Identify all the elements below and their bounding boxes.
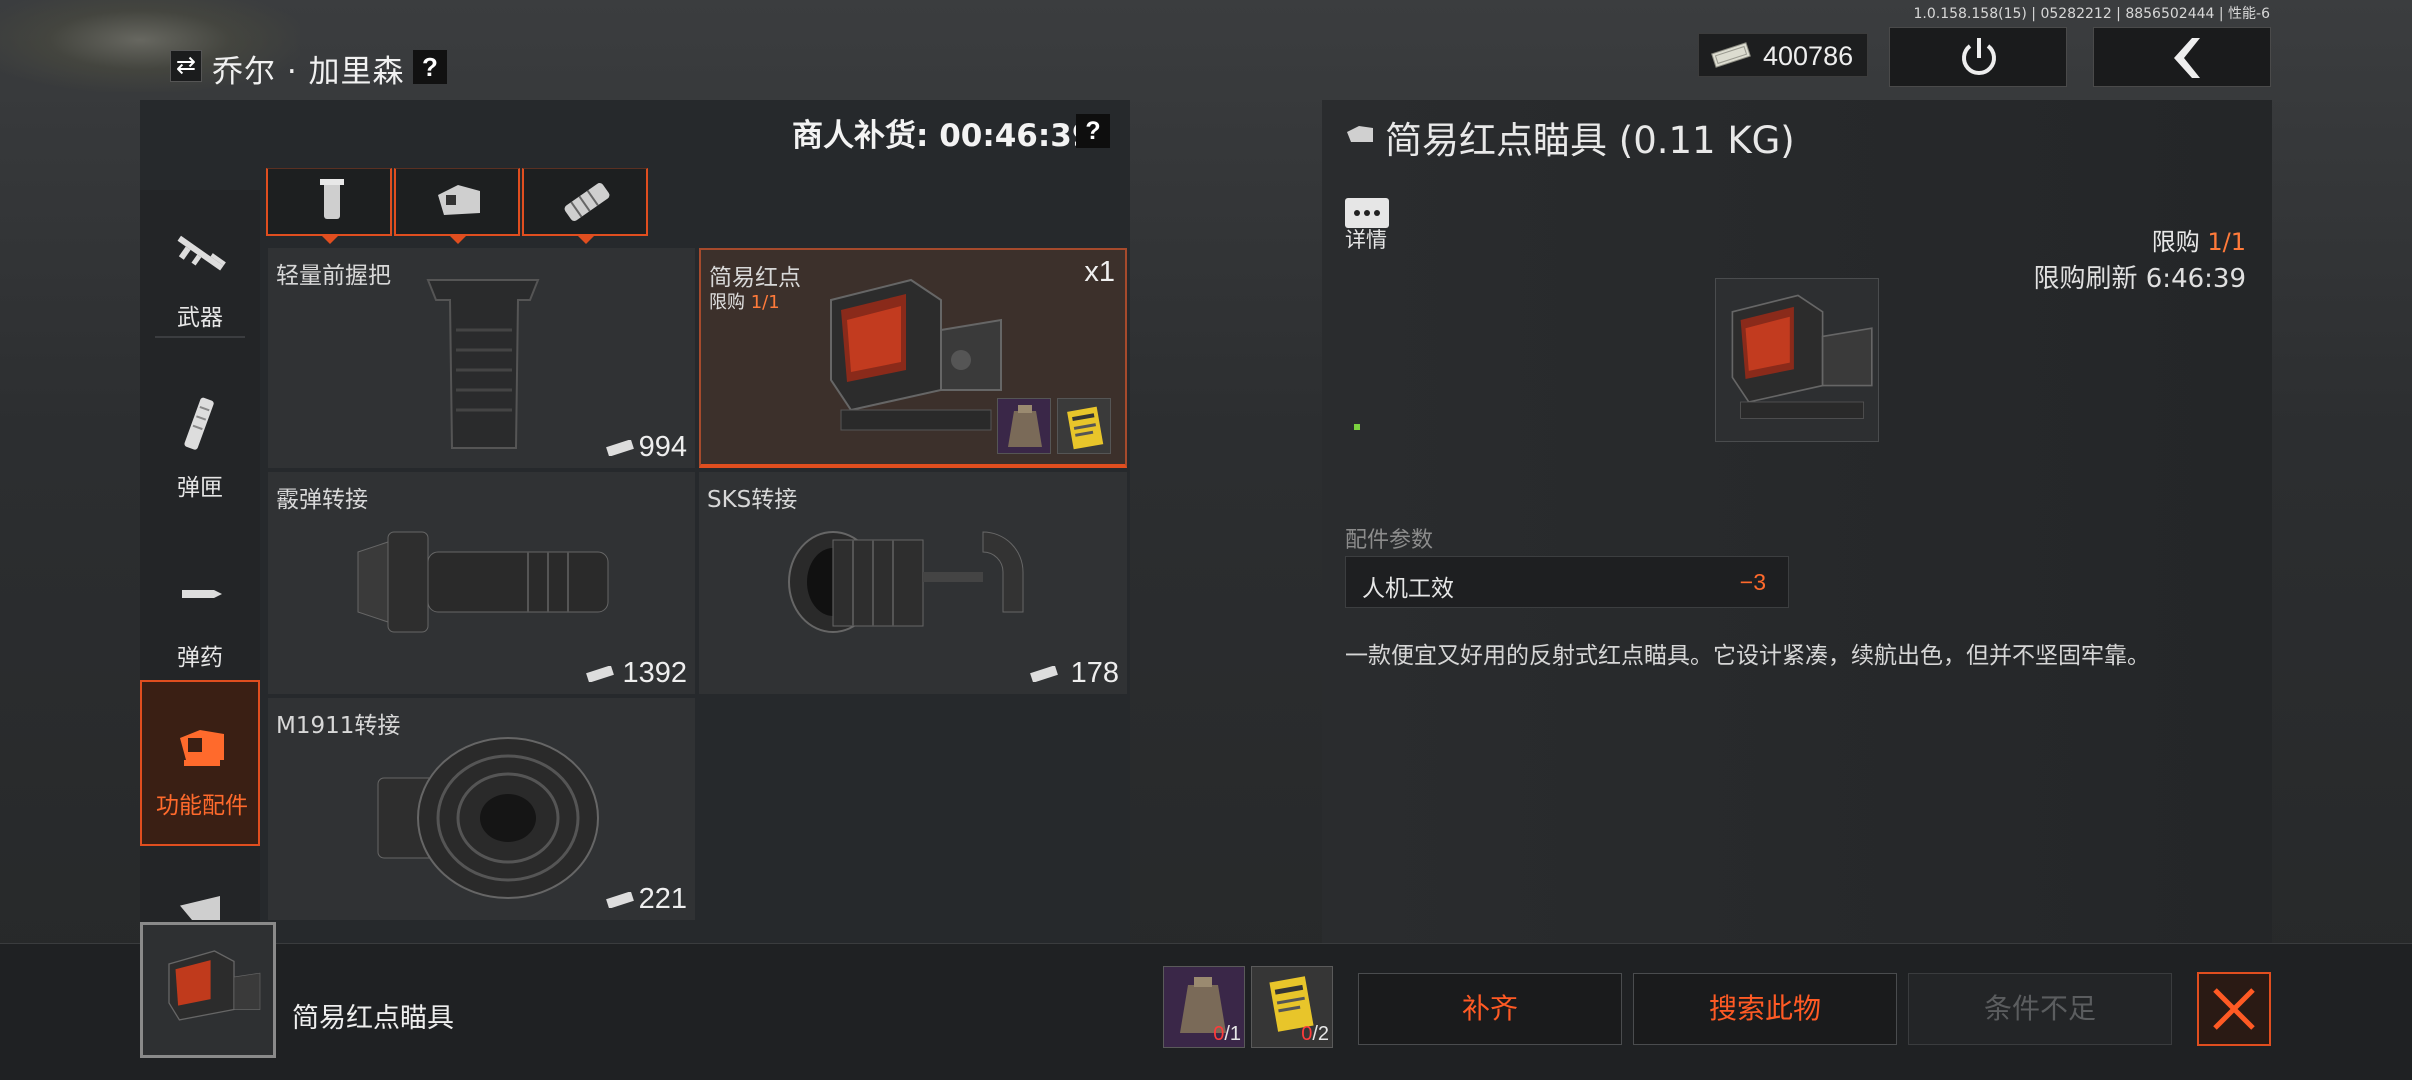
shotgun-adapter-image [357,531,609,633]
category-magazines[interactable]: 弹匣 [140,360,260,526]
selected-item-name: 简易红点瞄具 [292,1003,454,1034]
red-dot-sight-image [830,278,1002,431]
need-count: /1 [1224,1023,1241,1045]
category-weapons[interactable]: 武器 [140,190,260,356]
money-display: 400786 [1698,33,1868,77]
category-label: 功能配件 [156,793,248,819]
indicator-dot [1354,424,1360,430]
item-name: 简易红点 [709,265,801,291]
item-name: SKS转接 [707,487,798,513]
item-price: 994 [638,431,687,463]
back-arrow-icon [2174,38,2200,78]
required-item-icon[interactable] [1057,398,1111,454]
item-price: 221 [638,883,687,915]
tab-notch [320,234,340,244]
swap-trader-icon[interactable]: ⇄ [170,50,202,82]
sight-icon [438,185,480,215]
item-card-sks-adapter[interactable]: SKS转接 178 [699,472,1127,694]
have-count: 0 [1213,1023,1225,1045]
selected-item-thumbnail [140,922,276,1058]
red-dot-sight-icon [180,730,224,766]
subtab-muzzles[interactable] [522,168,648,244]
trader-help-button[interactable]: ? [413,50,447,84]
back-button[interactable] [2093,27,2271,87]
need-count: /2 [1312,1023,1329,1045]
item-detail-panel [1322,100,2272,943]
category-label: 武器 [177,305,223,331]
purchase-limit: 限购 1/1 [2152,222,2246,257]
cash-icon [606,440,634,456]
item-name: 轻量前握把 [276,263,391,289]
param-row: 人机工效 −3 [1345,556,1789,608]
tab-notch [576,234,596,244]
close-button[interactable] [2197,972,2271,1046]
item-card-m1911-adapter[interactable]: M1911转接 221 [268,698,695,920]
limit-label: 限购 [709,292,745,313]
item-preview [1715,278,1879,442]
item-card-foregrip[interactable]: 轻量前握把 994 [268,248,695,468]
cash-icon [1711,42,1751,68]
category-label: 弹药 [177,645,223,671]
required-count: 0/1 [1213,1023,1241,1046]
cash-icon [1030,666,1058,682]
insufficient-conditions-button[interactable]: 条件不足 [1908,973,2172,1045]
have-count: 0 [1301,1023,1313,1045]
details-label[interactable]: 详情 [1345,224,1387,254]
trader-name: 乔尔 · 加里森 [212,54,405,90]
search-item-button[interactable]: 搜索此物 [1633,973,1897,1045]
category-attachments[interactable]: 功能配件 [140,680,260,846]
required-count: 0/2 [1301,1023,1329,1046]
item-card-shotgun-adapter[interactable]: 霰弹转接 1392 [268,472,695,694]
limit-value: 1/1 [750,292,780,313]
cash-icon [606,892,634,908]
red-dot-sight-image [168,950,261,1021]
category-label: 弹匣 [177,475,223,501]
close-icon [2213,988,2255,1030]
limit-value: 1/1 [2207,228,2246,256]
item-price: 1392 [622,657,687,689]
limit-refresh-timer: 限购刷新 6:46:39 [2033,264,2247,294]
item-card-red-dot[interactable]: 简易红点 限购 1/1 x1 [699,248,1127,468]
subtab-grips[interactable] [266,168,392,244]
muzzle-icon [564,183,610,221]
rifle-icon [177,235,226,271]
restock-timer: 商人补货: 00:46:39 [792,118,1094,154]
item-price: 178 [1070,657,1119,689]
item-name: 霰弹转接 [276,487,368,513]
power-button[interactable] [1889,27,2067,87]
required-item-slot[interactable]: 0/2 [1251,966,1333,1048]
version-text: 1.0.158.158(15) | 05282212 | 8856502444 … [1913,6,2271,22]
item-description: 一款便宜又好用的反射式红点瞄具。它设计紧凑，续航出色，但并不坚固牢靠。 [1345,643,2150,669]
grip-icon [320,179,344,219]
ration-bag-icon [1008,405,1042,447]
attachment-category-icon [1347,126,1373,142]
divider [155,336,245,338]
param-name: 人机工效 [1362,576,1454,602]
red-dot-sight-image [1731,294,1873,419]
document-icon [1067,406,1104,450]
limit-label: 限购 [2151,228,2200,256]
required-item-slot[interactable]: 0/1 [1163,966,1245,1048]
foregrip-image [426,279,540,449]
magazine-icon [184,397,214,450]
required-item-icon[interactable] [997,398,1051,454]
sks-adapter-image [788,531,1024,633]
item-title: 简易红点瞄具 (0.11 KG) [1385,119,1795,162]
cash-icon [586,666,614,682]
m1911-adapter-image [377,737,599,899]
power-icon [1962,38,1996,75]
money-value: 400786 [1763,41,1854,71]
tab-notch [448,234,468,244]
restock-help-button[interactable]: ? [1076,114,1110,148]
item-quantity: x1 [1084,256,1115,288]
param-header: 配件参数 [1345,528,1434,553]
item-limit: 限购 1/1 [709,288,780,314]
fill-button[interactable]: 补齐 [1358,973,1622,1045]
subtab-sights[interactable] [394,168,520,244]
category-ammo[interactable]: 弹药 [140,530,260,696]
bullet-icon [182,590,222,598]
param-value: −3 [1739,569,1766,595]
